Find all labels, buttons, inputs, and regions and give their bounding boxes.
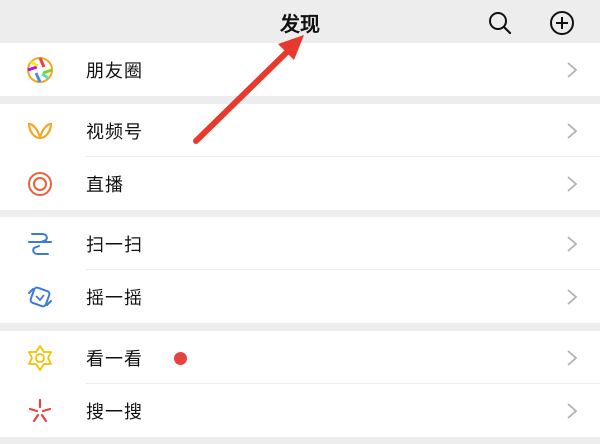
chevron-right-icon [567,62,578,78]
moments-aperture-icon [27,57,53,83]
shake-icon [28,286,52,308]
list-item-search[interactable]: 搜一搜 [0,384,600,437]
list-item-label: 视频号 [86,122,143,143]
chevron-right-icon [567,123,578,139]
chevron-right-icon [567,176,578,192]
list-item-label: 看一看 [86,349,143,370]
list-item-label: 摇一摇 [86,288,143,309]
top-bar: 发现 [0,0,600,42]
list-item-channels[interactable]: 视频号 [0,104,600,157]
list-item-label: 扫一扫 [86,235,143,256]
top-stories-icon [28,345,52,371]
group-scan-shake: 扫一扫 摇一摇 [0,217,600,323]
group-stories-search: 看一看 搜一搜 [0,331,600,437]
plus-circle-icon[interactable] [548,9,576,37]
chevron-right-icon [567,289,578,305]
list-item-live[interactable]: 直播 [0,157,600,210]
list-item-label: 搜一搜 [86,402,143,423]
list-item-label: 直播 [86,175,124,196]
list-item-moments[interactable]: 朋友圈 [0,43,600,96]
group-channels: 视频号 直播 [0,104,600,210]
search-icon[interactable] [486,9,514,37]
notification-badge [174,352,187,365]
list-item-scan[interactable]: 扫一扫 [0,217,600,270]
chevron-right-icon [567,350,578,366]
chevron-right-icon [567,403,578,419]
chevron-right-icon [567,236,578,252]
search-sparkle-icon [28,398,52,423]
list-item-top-stories[interactable]: 看一看 [0,331,600,384]
scan-icon [28,233,52,255]
live-ring-icon [28,172,52,196]
list-item-shake[interactable]: 摇一摇 [0,270,600,323]
list-item-label: 朋友圈 [86,61,143,82]
channels-butterfly-icon [27,122,53,140]
group-moments: 朋友圈 [0,43,600,96]
